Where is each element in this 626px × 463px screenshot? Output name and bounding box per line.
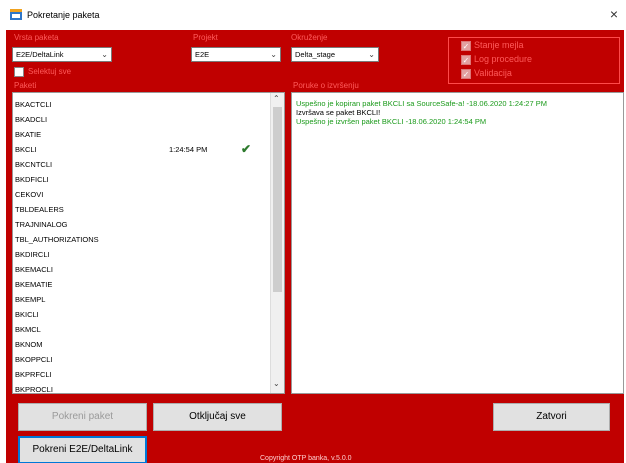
paket-name: BKOPPCLI <box>15 355 53 364</box>
paket-name: BKCNTCLI <box>15 160 53 169</box>
paket-row[interactable]: BKCLI 1:24:54 PM ✔ <box>15 142 269 157</box>
paket-row[interactable]: TBL_AUTHORIZATIONS <box>15 232 269 247</box>
copyright-text: Copyright OTP banka, v.5.0.0 <box>260 455 352 462</box>
paket-row[interactable]: BKDFICLI <box>15 172 269 187</box>
chevron-down-icon: ⌄ <box>270 50 277 59</box>
scroll-up-icon[interactable]: ⌃ <box>273 94 280 103</box>
paket-row[interactable]: BKADCLI <box>15 112 269 127</box>
paket-name: BKEMATIE <box>15 280 53 289</box>
paket-row[interactable]: BKOPPCLI <box>15 352 269 367</box>
paket-name: TBL_AUTHORIZATIONS <box>15 235 99 244</box>
window-title: Pokretanje paketa <box>27 10 100 20</box>
paket-row[interactable]: BKCNTCLI <box>15 157 269 172</box>
log-procedure-checkbox: ✓ <box>461 55 471 65</box>
paket-name: BKDFICLI <box>15 175 49 184</box>
validacija-checkbox: ✓ <box>461 69 471 79</box>
paket-name: BKPRFCLI <box>15 370 52 379</box>
paket-name: BKCLI <box>15 145 37 154</box>
scroll-thumb[interactable] <box>273 107 282 292</box>
paket-row[interactable]: BKPRFCLI <box>15 367 269 382</box>
close-icon[interactable]: × <box>610 6 618 22</box>
okruzenje-label: Okruženje <box>291 33 328 42</box>
paket-name: BKATIE <box>15 130 42 139</box>
chevron-down-icon: ⌄ <box>368 50 375 59</box>
chevron-down-icon: ⌄ <box>101 50 108 59</box>
title-bar: Pokretanje paketa × <box>0 0 626 30</box>
paket-name: BKMCL <box>15 325 41 334</box>
selektuj-sve-label: Selektuj sve <box>28 67 72 76</box>
paket-name: BKEMPL <box>15 295 46 304</box>
paket-row[interactable]: BKPROCLI <box>15 382 269 394</box>
paket-name: BKPROCLI <box>15 385 53 394</box>
paket-row[interactable]: TRAJNINALOG <box>15 217 269 232</box>
paket-name: CEKOVI <box>15 190 44 199</box>
okruzenje-value: Delta_stage <box>295 50 336 59</box>
stanje-mejla-checkbox: ✓ <box>461 41 471 51</box>
paket-time: 1:24:54 PM <box>169 145 208 154</box>
paket-name: BKDIRCLI <box>15 250 50 259</box>
projekt-value: E2E <box>195 50 210 59</box>
paket-name: TRAJNINALOG <box>15 220 68 229</box>
vrsta-paketa-value: E2E/DeltaLink <box>16 50 64 59</box>
poruka-line: Izvršava se paket BKCLI! <box>296 108 381 117</box>
otkljucaj-sve-button[interactable]: Otključaj sve <box>153 403 282 431</box>
poruka-line: Uspešno je kopiran paket BKCLI sa Source… <box>296 99 547 108</box>
poruke-label: Poruke o izvršenju <box>293 81 359 90</box>
paket-row[interactable]: BKEMATIE <box>15 277 269 292</box>
paketi-label: Paketi <box>14 81 37 90</box>
paket-row[interactable]: BKEMACLI <box>15 262 269 277</box>
paket-row[interactable]: BKDIRCLI <box>15 247 269 262</box>
checkmark-icon: ✔ <box>241 142 252 156</box>
paket-name: BKADCLI <box>15 115 48 124</box>
stanje-mejla-label: Stanje mejla <box>474 40 524 50</box>
paket-name: BKEMACLI <box>15 265 53 274</box>
log-procedure-label: Log procedure <box>474 54 533 64</box>
paket-name: TBLDEALERS <box>15 205 64 214</box>
projekt-select[interactable]: E2E ⌄ <box>191 47 281 62</box>
projekt-label: Projekt <box>193 33 218 42</box>
paketi-list[interactable]: BKACTCLI BKADCLI BKATIE BKCLI 1:24:54 PM ✔ BKC… <box>12 92 285 394</box>
paket-row[interactable]: CEKOVI <box>15 187 269 202</box>
paket-row[interactable]: BKATIE <box>15 127 269 142</box>
pokreni-paket-button[interactable]: Pokreni paket <box>18 403 147 431</box>
vrsta-paketa-label: Vrsta paketa <box>14 33 59 42</box>
selektuj-sve-checkbox[interactable] <box>14 67 24 77</box>
paket-name: BKNOM <box>15 340 43 349</box>
okruzenje-select[interactable]: Delta_stage ⌄ <box>291 47 379 62</box>
poruka-line: Uspešno je izvršen paket BKCLI -18.06.20… <box>296 117 487 126</box>
paket-row[interactable]: TBLDEALERS <box>15 202 269 217</box>
validacija-label: Validacija <box>474 68 512 78</box>
scroll-down-icon[interactable]: ⌄ <box>273 379 280 388</box>
vrsta-paketa-select[interactable]: E2E/DeltaLink ⌄ <box>12 47 112 62</box>
pokreni-e2e-button[interactable]: Pokreni E2E/DeltaLink <box>18 436 147 463</box>
paket-row[interactable]: BKEMPL <box>15 292 269 307</box>
paket-name: BKACTCLI <box>15 100 52 109</box>
zatvori-button[interactable]: Zatvori <box>493 403 610 431</box>
poruke-panel: Uspešno je kopiran paket BKCLI sa Source… <box>291 92 624 394</box>
paket-row[interactable]: BKICLI <box>15 307 269 322</box>
paket-name: BKICLI <box>15 310 39 319</box>
paket-row[interactable]: BKACTCLI <box>15 97 269 112</box>
paket-row[interactable]: BKNOM <box>15 337 269 352</box>
paket-row[interactable]: BKMCL <box>15 322 269 337</box>
paketi-scrollbar[interactable]: ⌃ ⌄ <box>270 93 284 393</box>
app-window-icon <box>10 9 22 20</box>
